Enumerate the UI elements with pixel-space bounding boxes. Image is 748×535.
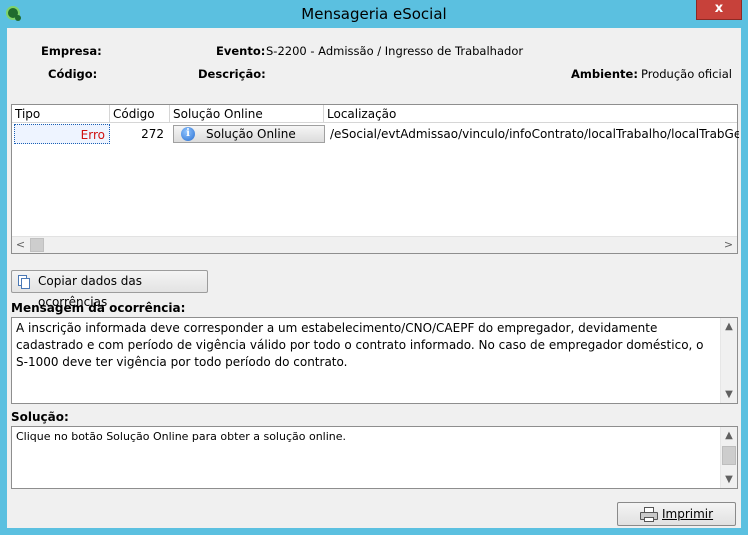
- scroll-thumb[interactable]: [722, 446, 736, 465]
- chevron-down-icon[interactable]: ▼: [721, 386, 737, 403]
- solucao-text: Clique no botão Solução Online para obte…: [16, 430, 347, 443]
- solucao-label: Solução:: [11, 410, 69, 424]
- mensagem-label: Mensagem da ocorrência:: [11, 301, 186, 315]
- copy-icon: [18, 275, 30, 289]
- scroll-left-icon[interactable]: <: [12, 237, 29, 253]
- cell-tipo[interactable]: Erro: [14, 124, 110, 144]
- close-button[interactable]: x: [696, 0, 742, 20]
- scroll-thumb[interactable]: [30, 238, 44, 252]
- table-row[interactable]: Erro 272 i Solução Online /eSocial/evtAd…: [12, 124, 739, 144]
- title-bar[interactable]: Mensageria eSocial x: [0, 0, 748, 28]
- evento-label: Evento:: [216, 44, 266, 58]
- solucao-online-button[interactable]: i Solução Online: [173, 125, 325, 143]
- scroll-right-icon[interactable]: >: [720, 237, 737, 253]
- mensagem-vertical-scrollbar[interactable]: ▲ ▼: [720, 318, 737, 403]
- column-header-tipo[interactable]: Tipo: [12, 105, 110, 123]
- chevron-up-icon[interactable]: ▲: [721, 427, 737, 444]
- chevron-up-icon[interactable]: ▲: [721, 318, 737, 335]
- cell-codigo[interactable]: 272: [112, 124, 168, 144]
- mensagem-text: A inscrição informada deve corresponder …: [16, 321, 704, 369]
- occurrence-grid[interactable]: Tipo Código Solução Online Localização E…: [11, 104, 739, 254]
- chevron-down-icon[interactable]: ▼: [721, 471, 737, 488]
- solucao-online-label: Solução Online: [206, 127, 296, 141]
- horizontal-scrollbar[interactable]: < >: [12, 236, 737, 253]
- info-icon: i: [181, 127, 195, 141]
- solucao-vertical-scrollbar[interactable]: ▲ ▼: [720, 427, 737, 488]
- column-header-solucao[interactable]: Solução Online: [170, 105, 324, 123]
- codigo-label: Código:: [48, 67, 98, 81]
- print-button[interactable]: Imprimir: [617, 502, 736, 526]
- column-header-codigo[interactable]: Código: [110, 105, 170, 123]
- ambiente-value: Produção oficial: [641, 67, 732, 81]
- mensagem-textbox[interactable]: A inscrição informada deve corresponder …: [11, 317, 738, 404]
- grid-header: Tipo Código Solução Online Localização: [12, 105, 737, 123]
- evento-value: S-2200 - Admissão / Ingresso de Trabalha…: [266, 44, 524, 58]
- cell-localizacao[interactable]: /eSocial/evtAdmissao/vinculo/infoContrat…: [328, 124, 739, 144]
- empresa-label: Empresa:: [41, 44, 102, 58]
- print-label: Imprimir: [662, 507, 714, 521]
- descricao-label: Descrição:: [198, 67, 266, 81]
- solucao-textbox[interactable]: Clique no botão Solução Online para obte…: [11, 426, 738, 489]
- printer-icon: [640, 507, 658, 522]
- ambiente-label: Ambiente:: [571, 67, 638, 81]
- window-title: Mensageria eSocial: [301, 5, 447, 23]
- column-header-localizacao[interactable]: Localização: [324, 105, 739, 123]
- copy-occurrences-button[interactable]: Copiar dados das ocorrências: [11, 270, 208, 309]
